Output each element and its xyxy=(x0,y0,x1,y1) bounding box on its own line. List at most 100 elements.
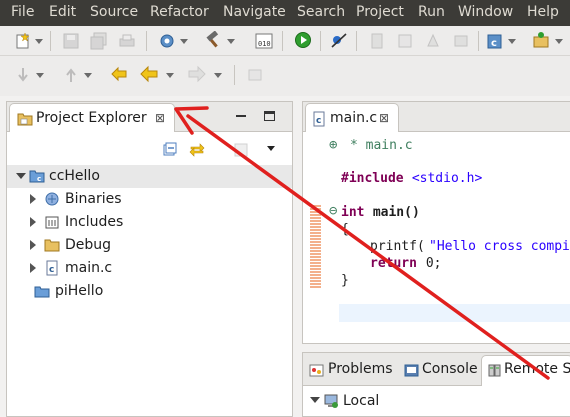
toolbar-separator xyxy=(282,31,283,51)
build-config-dropdown-icon[interactable] xyxy=(180,39,188,44)
last-edit-location-icon[interactable] xyxy=(110,65,128,83)
console-icon xyxy=(404,364,419,377)
code-line-return-keyword: return xyxy=(370,256,417,271)
project-explorer-title: Project Explorer xyxy=(36,110,147,126)
expand-arrow-icon[interactable] xyxy=(16,173,26,179)
menu-file[interactable]: File xyxy=(11,4,34,20)
bottom-panel: Problems Console Remote Sy Local xyxy=(302,352,570,417)
print-icon[interactable] xyxy=(118,32,136,50)
back-dropdown-icon[interactable] xyxy=(166,73,174,78)
change-marker xyxy=(310,205,321,289)
next-annotation-icon[interactable] xyxy=(14,66,32,84)
code-line-printf-string: "Hello cross compi xyxy=(429,239,570,254)
tree-item-label: piHello xyxy=(55,283,104,299)
menu-help[interactable]: Help xyxy=(527,4,559,20)
toolbar-separator xyxy=(146,31,147,51)
skip-breakpoints-icon[interactable] xyxy=(330,32,348,50)
fold-collapse-icon[interactable]: ⊖ xyxy=(329,203,337,219)
menu-source[interactable]: Source xyxy=(90,4,138,20)
toolbar-separator xyxy=(234,65,235,85)
menu-navigate[interactable]: Navigate xyxy=(223,4,286,20)
secondary-toolbar xyxy=(0,56,570,96)
c-file-icon: c xyxy=(313,111,325,127)
toolbar-separator xyxy=(478,31,479,51)
menu-refactor[interactable]: Refactor xyxy=(150,4,209,20)
menu-run[interactable]: Run xyxy=(418,4,445,20)
svg-text:c: c xyxy=(37,175,41,183)
menu-edit[interactable]: Edit xyxy=(49,4,76,20)
format-icon[interactable] xyxy=(452,32,470,50)
editor-tab-main-c[interactable]: c main.c ⊠ xyxy=(305,103,399,132)
collapse-all-icon[interactable] xyxy=(162,142,178,158)
save-all-icon[interactable] xyxy=(90,32,108,50)
svg-text:c: c xyxy=(491,38,497,49)
close-icon[interactable]: ⊠ xyxy=(379,111,389,125)
build-configurations-icon[interactable] xyxy=(158,32,176,50)
expand-arrow-icon[interactable] xyxy=(30,194,36,204)
expand-arrow-icon[interactable] xyxy=(30,263,36,273)
tree-item-label: ccHello xyxy=(49,168,100,184)
new-dropdown-icon[interactable] xyxy=(35,39,43,44)
fold-expand-icon[interactable]: ⊕ xyxy=(329,137,337,153)
minimize-icon[interactable] xyxy=(236,115,246,117)
tree-item-main-c[interactable]: c main.c xyxy=(7,257,292,280)
tree-item-pihello[interactable]: piHello xyxy=(7,280,292,303)
tree-item-cchello[interactable]: c ccHello xyxy=(7,165,292,188)
new-class-icon[interactable] xyxy=(532,31,550,49)
svg-text:c: c xyxy=(49,265,54,275)
problems-icon xyxy=(309,364,324,377)
tree-item-binaries[interactable]: Binaries xyxy=(7,188,292,211)
next-annotation-dropdown-icon[interactable] xyxy=(36,73,44,78)
tab-problems[interactable]: Problems xyxy=(328,361,393,377)
code-line-return-value: 0; xyxy=(418,256,442,271)
code-line-main: main() xyxy=(365,205,420,220)
tab-console[interactable]: Console xyxy=(422,361,478,377)
new-icon[interactable] xyxy=(14,32,32,50)
code-area[interactable]: ⊕ * main.c #include <stdio.h> ⊖ int main… xyxy=(303,133,570,344)
previous-annotation-dropdown-icon[interactable] xyxy=(84,73,92,78)
code-line-include-keyword: #include xyxy=(341,171,404,186)
tree-item-local[interactable]: Local xyxy=(343,393,379,409)
project-explorer-view: Project Explorer ⊠ c ccHello Binaries In… xyxy=(6,101,293,417)
focus-icon[interactable] xyxy=(233,142,249,158)
expand-arrow-icon[interactable] xyxy=(310,397,320,403)
pin-editor-icon[interactable] xyxy=(246,65,264,83)
forward-dropdown-icon[interactable] xyxy=(214,73,222,78)
project-explorer-tab[interactable]: Project Explorer ⊠ xyxy=(9,103,175,132)
new-c-project-icon[interactable]: c xyxy=(486,32,504,50)
run-icon[interactable] xyxy=(294,31,312,49)
save-icon[interactable] xyxy=(62,32,80,50)
toggle-block-icon[interactable] xyxy=(396,32,414,50)
project-explorer-toolbar xyxy=(7,133,292,165)
highlight-icon[interactable] xyxy=(424,32,442,50)
code-line-comment: * main.c xyxy=(350,138,413,153)
menu-search[interactable]: Search xyxy=(297,4,345,20)
folder-icon xyxy=(44,239,60,252)
toolbar-separator xyxy=(50,31,51,51)
menu-window[interactable]: Window xyxy=(458,4,513,20)
expand-arrow-icon[interactable] xyxy=(30,240,36,250)
tree-item-label: Binaries xyxy=(65,191,122,207)
link-with-editor-icon[interactable] xyxy=(189,142,205,158)
back-icon[interactable] xyxy=(140,65,158,83)
local-host-icon xyxy=(324,394,338,408)
toggle-mark-icon[interactable] xyxy=(368,32,386,50)
view-menu-icon[interactable] xyxy=(267,146,275,151)
menu-project[interactable]: Project xyxy=(356,4,404,20)
tree-item-includes[interactable]: Includes xyxy=(7,211,292,234)
new-class-dropdown-icon[interactable] xyxy=(555,39,563,44)
forward-icon[interactable] xyxy=(188,65,206,83)
previous-annotation-icon[interactable] xyxy=(62,66,80,84)
tree-item-label: Debug xyxy=(65,237,112,253)
bottom-tab-bar: Problems Console Remote Sy xyxy=(303,353,570,386)
svg-text:c: c xyxy=(316,116,321,126)
binary-icon[interactable]: 010 xyxy=(255,32,273,50)
tree-item-debug[interactable]: Debug xyxy=(7,234,292,257)
build-dropdown-icon[interactable] xyxy=(227,39,235,44)
maximize-icon[interactable] xyxy=(264,111,275,121)
project-explorer-tab-bar: Project Explorer ⊠ xyxy=(7,102,292,132)
build-hammer-icon[interactable] xyxy=(204,31,222,49)
close-icon[interactable]: ⊠ xyxy=(155,111,165,125)
expand-arrow-icon[interactable] xyxy=(30,217,36,227)
new-c-dropdown-icon[interactable] xyxy=(508,39,516,44)
